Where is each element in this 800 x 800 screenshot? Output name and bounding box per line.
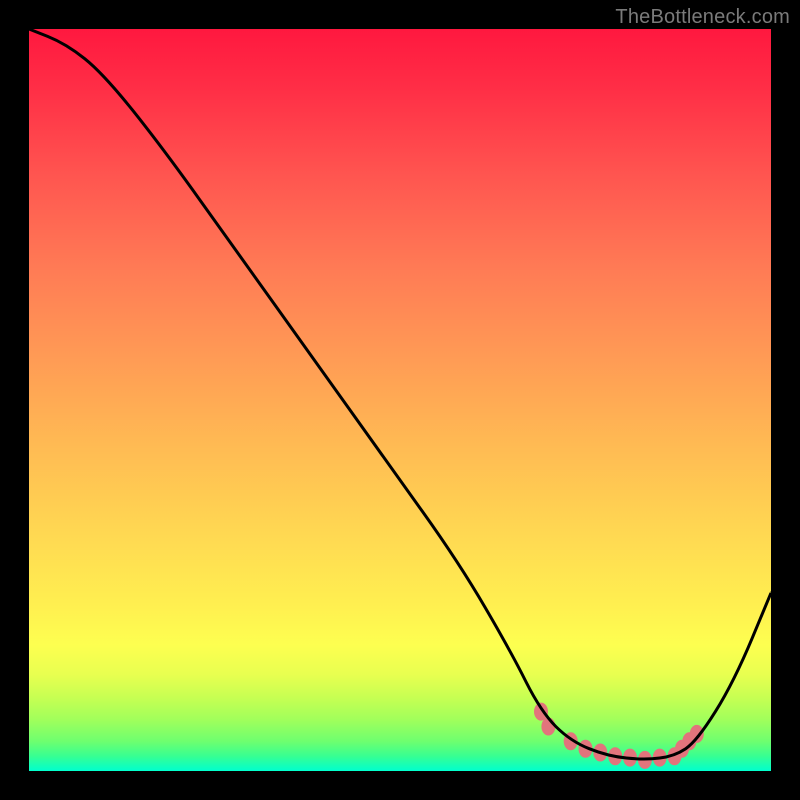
curve-svg	[29, 29, 771, 771]
bottleneck-curve-path	[29, 29, 771, 759]
watermark-text: TheBottleneck.com	[615, 6, 790, 29]
plot-area	[29, 29, 771, 771]
markers-group	[534, 703, 704, 769]
chart-container: TheBottleneck.com	[0, 0, 800, 800]
